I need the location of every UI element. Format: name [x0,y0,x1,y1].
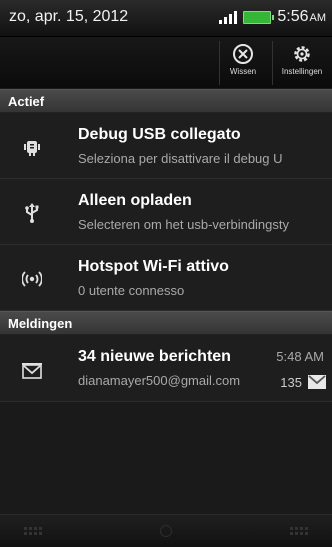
status-time: 5:56AM [277,8,326,25]
settings-label: Instellingen [281,67,323,76]
notification-title: Hotspot Wi-Fi attivo [78,258,229,275]
notification-subtitle: Seleziona per disattivare il debug U [78,151,283,166]
notification-subtitle: 0 utente connesso [78,283,185,298]
signal-strength-icon [219,10,238,24]
status-indicators: 5:56AM [219,8,326,26]
notification-subtitle: dianamayer500@gmail.com [78,373,241,388]
notification-shade: zo, apr. 15, 2012 5:56AM Wissen Instelli… [0,0,332,547]
unread-count: 135 [280,375,302,390]
notification-title: Alleen opladen [78,192,192,209]
notification-time: 5:48 AM [276,349,324,364]
section-header-active: Actief [0,89,332,113]
ongoing-item-usb-debug[interactable]: Debug USB collegato Seleziona per disatt… [0,113,332,179]
android-debug-icon [24,141,40,156]
close-circle-icon [233,44,253,64]
hotspot-icon [22,271,42,287]
status-date: zo, apr. 15, 2012 [9,8,129,25]
notification-subtitle: Selecteren om het usb-verbindingsty [78,217,290,232]
clear-all-button[interactable]: Wissen [219,41,266,85]
notification-title: 34 nieuwe berichten [78,348,231,365]
gear-icon [294,46,310,62]
notification-title: Debug USB collegato [78,126,241,143]
clear-all-label: Wissen [229,67,257,76]
usb-icon [25,203,39,223]
mail-small-icon [308,375,326,389]
battery-icon [243,10,275,24]
grip-dots-right [290,527,308,535]
settings-button[interactable]: Instellingen [272,41,331,85]
grip-dots-left [24,527,42,535]
status-bar: zo, apr. 15, 2012 5:56AM [0,0,332,37]
gmail-icon [22,363,42,379]
ongoing-item-wifi-hotspot[interactable]: Hotspot Wi-Fi attivo 0 utente connesso [0,245,332,311]
notification-item-gmail[interactable]: 34 nieuwe berichten 5:48 AM dianamayer50… [0,335,332,402]
section-header-notifications: Meldingen [0,311,332,335]
empty-area [0,402,332,514]
action-bar: Wissen Instellingen [0,37,332,88]
ongoing-item-usb-charging[interactable]: Alleen opladen Selecteren om het usb-ver… [0,179,332,245]
shade-close-handle[interactable] [0,514,332,547]
handle-center-dot [160,525,172,537]
